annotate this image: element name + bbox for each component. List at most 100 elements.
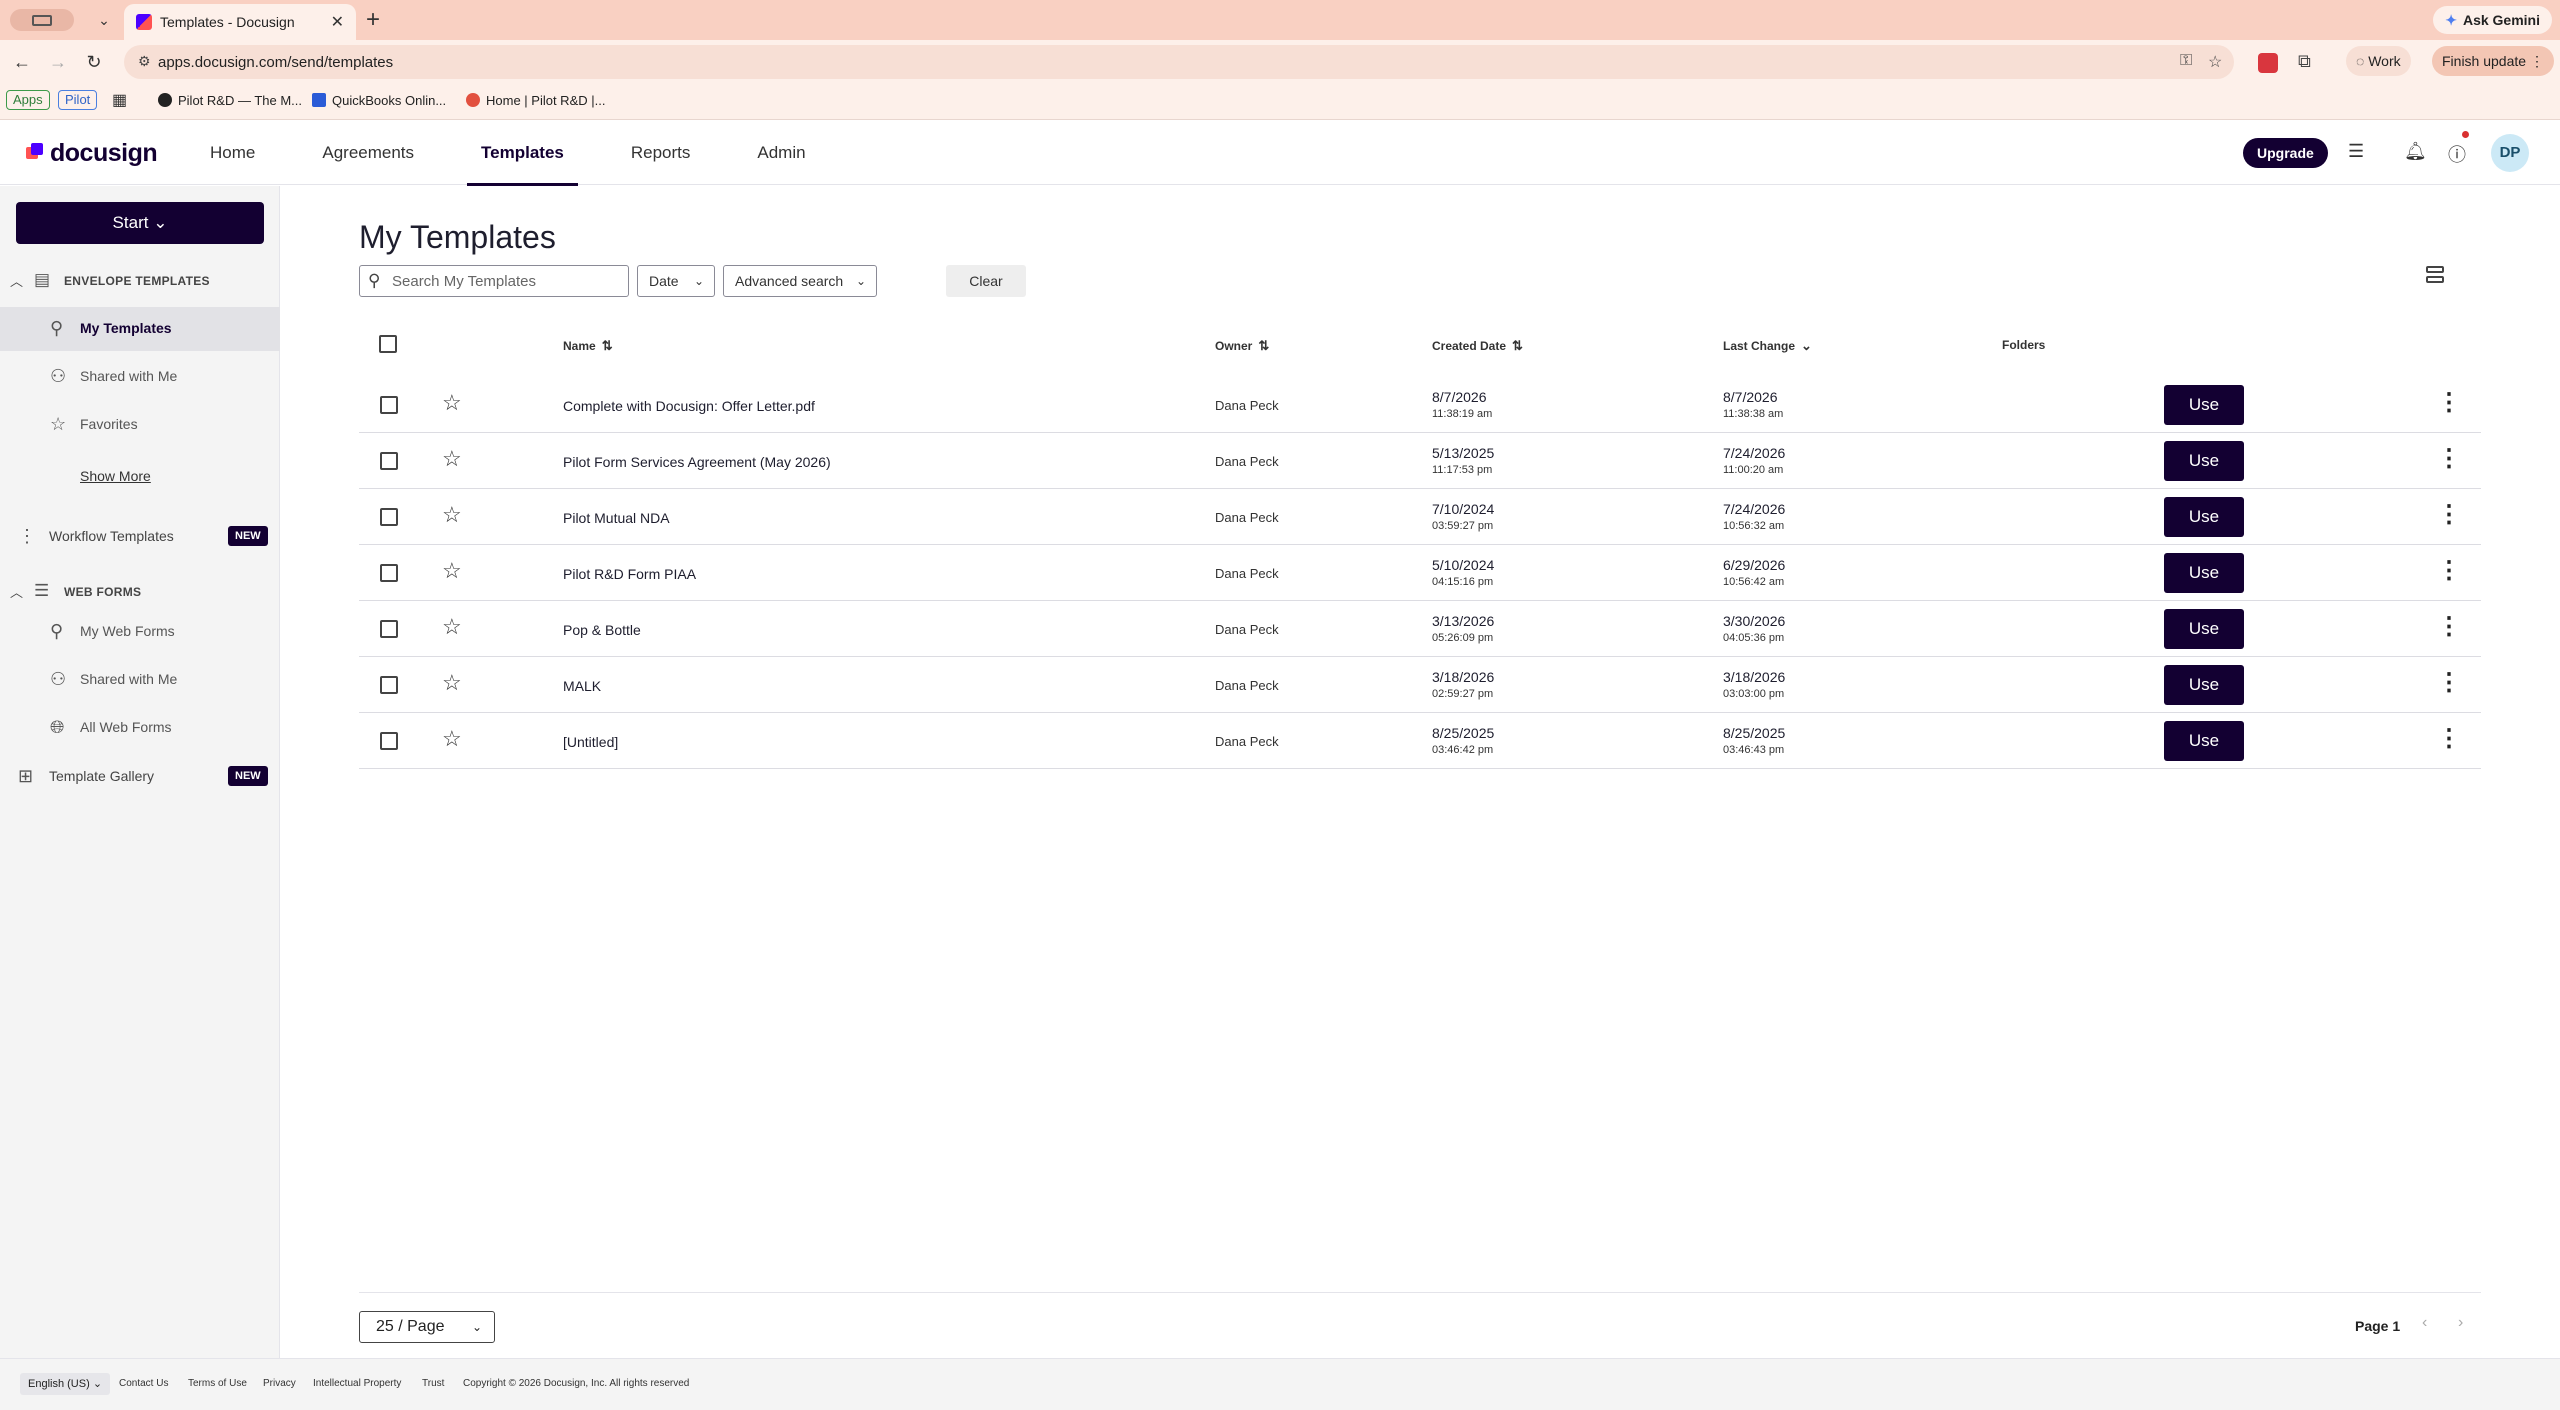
table-row[interactable]: ☆ [Untitled] Dana Peck 8/25/2025 03:46:4… bbox=[359, 713, 2481, 769]
favorite-star-icon[interactable]: ☆ bbox=[442, 726, 462, 752]
bookmark-star-icon[interactable]: ☆ bbox=[2208, 52, 2222, 72]
template-name[interactable]: Pilot Mutual NDA bbox=[563, 510, 670, 526]
tab-search-chevron-icon[interactable]: ⌄ bbox=[92, 8, 116, 32]
row-checkbox[interactable] bbox=[380, 564, 398, 582]
reload-icon[interactable]: ↻ bbox=[82, 50, 106, 74]
bookmark-apps[interactable]: Apps bbox=[6, 90, 50, 110]
sidebar-item-web-forms-shared[interactable]: ⚇ Shared with Me bbox=[0, 658, 280, 702]
favorite-star-icon[interactable]: ☆ bbox=[442, 558, 462, 584]
bookmark-pilot[interactable]: Pilot bbox=[58, 90, 98, 110]
bookmark-item[interactable]: QuickBooks Onlin... bbox=[312, 93, 446, 108]
use-button[interactable]: Use bbox=[2164, 385, 2244, 425]
show-more-link[interactable]: Show More bbox=[80, 468, 151, 484]
tab-groups-button[interactable] bbox=[10, 9, 74, 31]
select-all-checkbox[interactable] bbox=[379, 335, 397, 353]
close-tab-icon[interactable]: ✕ bbox=[331, 12, 344, 32]
language-select[interactable]: English (US) ⌄ bbox=[20, 1373, 111, 1395]
column-header-owner[interactable]: Owner ⇅ bbox=[1215, 338, 1269, 354]
extensions-puzzle-icon[interactable]: ⧉ bbox=[2298, 51, 2311, 72]
nav-admin[interactable]: Admin bbox=[743, 121, 819, 185]
browser-tab[interactable]: Templates - Docusign ✕ bbox=[124, 4, 356, 40]
site-info-icon[interactable]: ⚙ bbox=[138, 53, 151, 70]
table-row[interactable]: ☆ MALK Dana Peck 3/18/2026 02:59:27 pm 3… bbox=[359, 657, 2481, 713]
favorite-star-icon[interactable]: ☆ bbox=[442, 390, 462, 416]
template-name[interactable]: Pilot R&D Form PIAA bbox=[563, 566, 696, 582]
start-button[interactable]: Start ⌄ bbox=[16, 202, 264, 244]
profile-work-button[interactable]: ◌ Work bbox=[2346, 46, 2411, 76]
web-forms-section[interactable]: ︿ ☰ WEB FORMS bbox=[0, 577, 280, 607]
address-bar[interactable]: ⚙ apps.docusign.com/send/templates ⚿ ☆ bbox=[124, 45, 2234, 79]
table-row[interactable]: ☆ Pop & Bottle Dana Peck 3/13/2026 05:26… bbox=[359, 601, 2481, 657]
footer-link-terms[interactable]: Terms of Use bbox=[188, 1378, 247, 1389]
next-page-icon[interactable]: › bbox=[2458, 1314, 2463, 1332]
sidebar-item-all-web-forms[interactable]: 🌐︎ All Web Forms bbox=[0, 706, 280, 750]
favorite-star-icon[interactable]: ☆ bbox=[442, 446, 462, 472]
row-checkbox[interactable] bbox=[380, 732, 398, 750]
sidebar-item-template-gallery[interactable]: ⊞ Template Gallery NEW bbox=[0, 758, 280, 794]
nav-reports[interactable]: Reports bbox=[617, 121, 705, 185]
nav-templates[interactable]: Templates bbox=[467, 121, 578, 186]
sidebar-item-my-web-forms[interactable]: ⚲ My Web Forms bbox=[0, 610, 280, 654]
search-box[interactable]: ⚲ bbox=[359, 265, 629, 297]
ask-gemini-button[interactable]: ✦ Ask Gemini bbox=[2433, 6, 2552, 34]
sidebar-item-favorites[interactable]: ☆ Favorites bbox=[0, 403, 280, 447]
favorite-star-icon[interactable]: ☆ bbox=[442, 614, 462, 640]
more-options-icon[interactable]: ⋮ bbox=[2437, 557, 2461, 585]
footer-link-privacy[interactable]: Privacy bbox=[263, 1378, 296, 1389]
date-filter-dropdown[interactable]: Date ⌄ bbox=[637, 265, 715, 297]
nav-agreements[interactable]: Agreements bbox=[308, 121, 428, 185]
nav-home[interactable]: Home bbox=[196, 121, 269, 185]
table-row[interactable]: ☆ Pilot R&D Form PIAA Dana Peck 5/10/202… bbox=[359, 545, 2481, 601]
column-header-name[interactable]: Name ⇅ bbox=[563, 338, 613, 354]
row-checkbox[interactable] bbox=[380, 620, 398, 638]
sidebar-item-my-templates[interactable]: ⚲ My Templates bbox=[0, 307, 280, 351]
bookmark-item[interactable]: Pilot R&D — The M... bbox=[158, 93, 302, 108]
password-key-icon[interactable]: ⚿ bbox=[2180, 52, 2192, 70]
envelope-templates-section[interactable]: ︿ ▤ ENVELOPE TEMPLATES bbox=[0, 266, 280, 296]
extension-badge-icon[interactable] bbox=[2258, 53, 2278, 73]
help-icon[interactable]: ⓘ bbox=[2448, 141, 2466, 167]
template-name[interactable]: Complete with Docusign: Offer Letter.pdf bbox=[563, 398, 815, 414]
use-button[interactable]: Use bbox=[2164, 441, 2244, 481]
footer-link-ip[interactable]: Intellectual Property bbox=[313, 1378, 401, 1389]
column-header-created-date[interactable]: Created Date ⇅ bbox=[1432, 338, 1523, 354]
use-button[interactable]: Use bbox=[2164, 609, 2244, 649]
table-row[interactable]: ☆ Complete with Docusign: Offer Letter.p… bbox=[359, 377, 2481, 433]
per-page-select[interactable]: 25 / Page ⌄ bbox=[359, 1311, 495, 1343]
row-checkbox[interactable] bbox=[380, 676, 398, 694]
view-density-toggle-icon[interactable] bbox=[2424, 264, 2446, 286]
template-name[interactable]: Pop & Bottle bbox=[563, 622, 641, 638]
favorite-star-icon[interactable]: ☆ bbox=[442, 502, 462, 528]
avatar[interactable]: DP bbox=[2491, 134, 2529, 172]
template-name[interactable]: [Untitled] bbox=[563, 734, 618, 750]
footer-link-trust[interactable]: Trust bbox=[422, 1378, 444, 1389]
favorite-star-icon[interactable]: ☆ bbox=[442, 670, 462, 696]
more-options-icon[interactable]: ⋮ bbox=[2437, 613, 2461, 641]
apps-grid-icon[interactable]: ▦ bbox=[112, 90, 127, 110]
use-button[interactable]: Use bbox=[2164, 553, 2244, 593]
notifications-bell-icon[interactable]: 🔔︎ bbox=[2404, 141, 2427, 162]
forward-arrow-icon[interactable]: → bbox=[46, 50, 70, 74]
search-input[interactable] bbox=[392, 270, 622, 292]
column-header-last-change[interactable]: Last Change ⌄ bbox=[1723, 338, 1812, 354]
clear-button[interactable]: Clear bbox=[946, 265, 1026, 297]
table-row[interactable]: ☆ Pilot Mutual NDA Dana Peck 7/10/2024 0… bbox=[359, 489, 2481, 545]
bookmark-item[interactable]: Home | Pilot R&D |... bbox=[466, 93, 605, 108]
more-options-icon[interactable]: ⋮ bbox=[2437, 669, 2461, 697]
new-tab-plus-icon[interactable]: + bbox=[366, 6, 380, 34]
use-button[interactable]: Use bbox=[2164, 497, 2244, 537]
more-options-icon[interactable]: ⋮ bbox=[2437, 725, 2461, 753]
table-row[interactable]: ☆ Pilot Form Services Agreement (May 202… bbox=[359, 433, 2481, 489]
previous-page-icon[interactable]: ‹ bbox=[2422, 1314, 2427, 1332]
more-options-icon[interactable]: ⋮ bbox=[2437, 501, 2461, 529]
footer-link-contact[interactable]: Contact Us bbox=[119, 1378, 168, 1389]
row-checkbox[interactable] bbox=[380, 452, 398, 470]
more-options-icon[interactable]: ⋮ bbox=[2437, 445, 2461, 473]
row-checkbox[interactable] bbox=[380, 508, 398, 526]
finish-update-button[interactable]: Finish update ⋮ bbox=[2432, 46, 2554, 76]
more-options-icon[interactable]: ⋮ bbox=[2437, 389, 2461, 417]
back-arrow-icon[interactable]: ← bbox=[10, 50, 34, 74]
row-checkbox[interactable] bbox=[380, 396, 398, 414]
upgrade-button[interactable]: Upgrade bbox=[2243, 138, 2328, 168]
use-button[interactable]: Use bbox=[2164, 665, 2244, 705]
